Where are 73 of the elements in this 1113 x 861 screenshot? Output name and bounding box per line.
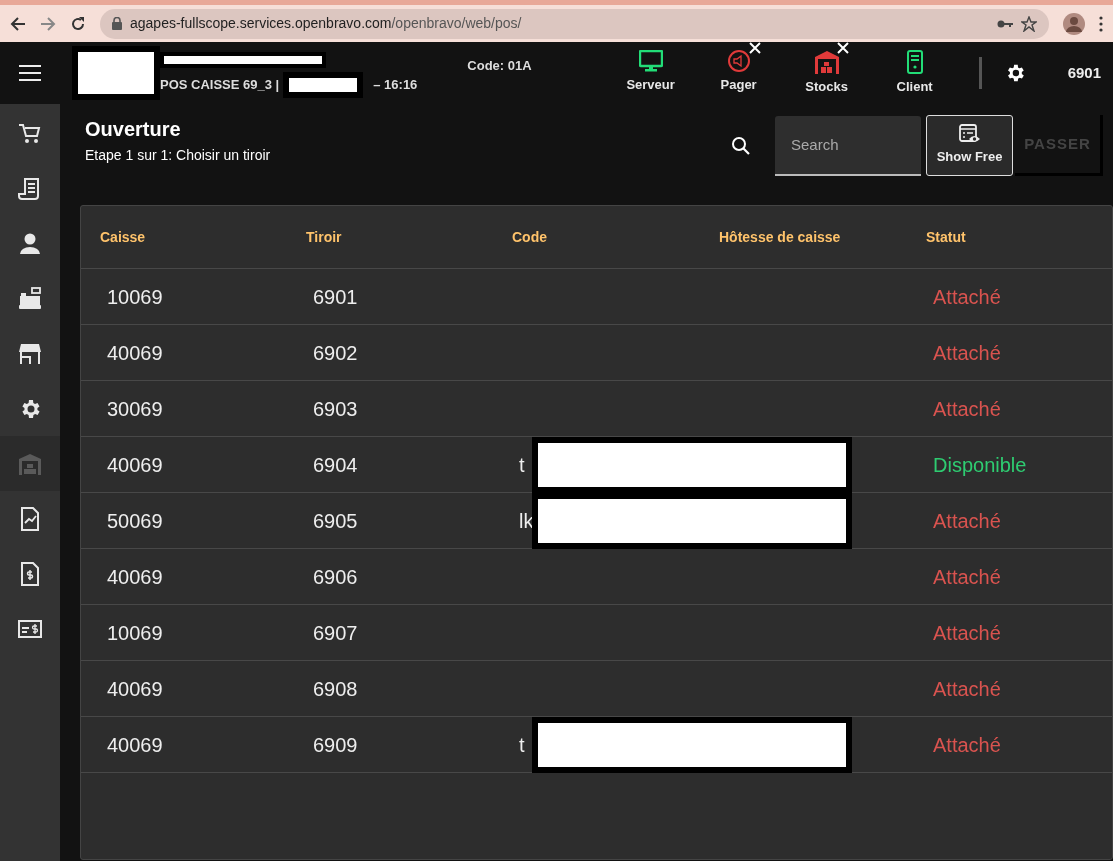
table-cell-text: 6902 [312, 340, 359, 366]
terminal-name: POS CAISSE 69_3 | [160, 76, 280, 95]
column-header: Caisse [99, 227, 147, 247]
key-icon[interactable] [997, 18, 1013, 29]
table-cell-text: 40069 [106, 564, 164, 590]
status-text: Attaché [932, 676, 1002, 702]
address-bar[interactable]: agapes-fullscope.services.openbravo.com/openbravo/web/pos/ [100, 8, 1049, 39]
avatar-icon[interactable] [1063, 12, 1085, 35]
table-cell-text: 6903 [312, 396, 359, 422]
terminal-code: Code: 01A [467, 57, 532, 75]
status-button[interactable]: Client [870, 41, 959, 97]
table-cell-text: 6901 [312, 284, 359, 310]
list-eye-icon [958, 124, 981, 145]
cart-icon[interactable] [18, 121, 42, 146]
menu-icon[interactable] [19, 65, 41, 81]
warehouse-icon [813, 49, 840, 74]
back-icon[interactable] [10, 15, 26, 32]
show-free-button[interactable]: Show Free [926, 115, 1013, 176]
star-icon[interactable] [1021, 15, 1037, 32]
status-text: Attaché [932, 732, 1002, 758]
tower-icon [906, 49, 923, 74]
menu-icon[interactable] [1099, 15, 1103, 32]
table-cell-text: 6907 [312, 620, 359, 646]
table-cell: t [519, 733, 525, 756]
monitor-icon [638, 49, 663, 72]
table-cell-text: 40069 [106, 676, 164, 702]
table-cell-text: 40069 [106, 452, 164, 478]
status-button[interactable]: Stocks [782, 41, 871, 97]
table-cell-text: 6908 [312, 676, 359, 702]
search-icon[interactable] [731, 135, 751, 156]
drawer-number: 6901 [1067, 62, 1101, 83]
table-cell-text: 6909 [312, 732, 359, 758]
status-text: Attaché [932, 620, 1002, 646]
table-cell: t [519, 453, 525, 476]
lock-icon [112, 17, 122, 30]
reload-icon[interactable] [70, 15, 86, 32]
search-field[interactable]: Search [775, 115, 921, 176]
page-title: Ouverture [85, 117, 182, 141]
column-header: Tiroir [305, 227, 343, 247]
table-cell-text: 10069 [106, 620, 164, 646]
shop-icon[interactable] [18, 341, 42, 366]
table-cell-text: 10069 [106, 284, 164, 310]
status-text: Attaché [932, 508, 1002, 534]
column-header: Code [511, 227, 548, 247]
forward-icon[interactable] [40, 15, 56, 32]
chart-document-icon[interactable] [18, 506, 42, 531]
invoice-icon[interactable] [18, 561, 42, 586]
table-cell-text: 40069 [106, 340, 164, 366]
column-header: Statut [925, 227, 967, 247]
table-cell: lk [519, 509, 534, 532]
url-text: agapes-fullscope.services.openbravo.com/openbravo/web/pos/ [130, 14, 522, 33]
table-cell-text: 6905 [312, 508, 359, 534]
status-text: Attaché [932, 340, 1002, 366]
table-cell-text: 6904 [312, 452, 359, 478]
status-text: Disponible [932, 452, 1028, 478]
session-time: – 16:16 [373, 76, 418, 95]
user-icon[interactable] [18, 231, 42, 256]
page-subtitle: Etape 1 sur 1: Choisir un tiroir [85, 146, 271, 165]
status-text: Attaché [932, 564, 1002, 590]
speaker-icon [726, 49, 751, 72]
close-icon [748, 41, 761, 54]
status-button[interactable]: Serveur [606, 41, 695, 97]
status-text: Attaché [932, 396, 1002, 422]
table-cell-text: 6906 [312, 564, 359, 590]
receipt-icon[interactable] [18, 176, 42, 201]
status-button[interactable]: Pager [694, 41, 783, 97]
column-header: Hôtesse de caisse [718, 227, 842, 247]
cash-register-icon[interactable] [18, 286, 42, 311]
table-cell-text: 30069 [106, 396, 164, 422]
table-cell-text: 40069 [106, 732, 164, 758]
status-text: Attaché [932, 284, 1002, 310]
table-cell-text: 50069 [106, 508, 164, 534]
close-icon [836, 41, 849, 54]
